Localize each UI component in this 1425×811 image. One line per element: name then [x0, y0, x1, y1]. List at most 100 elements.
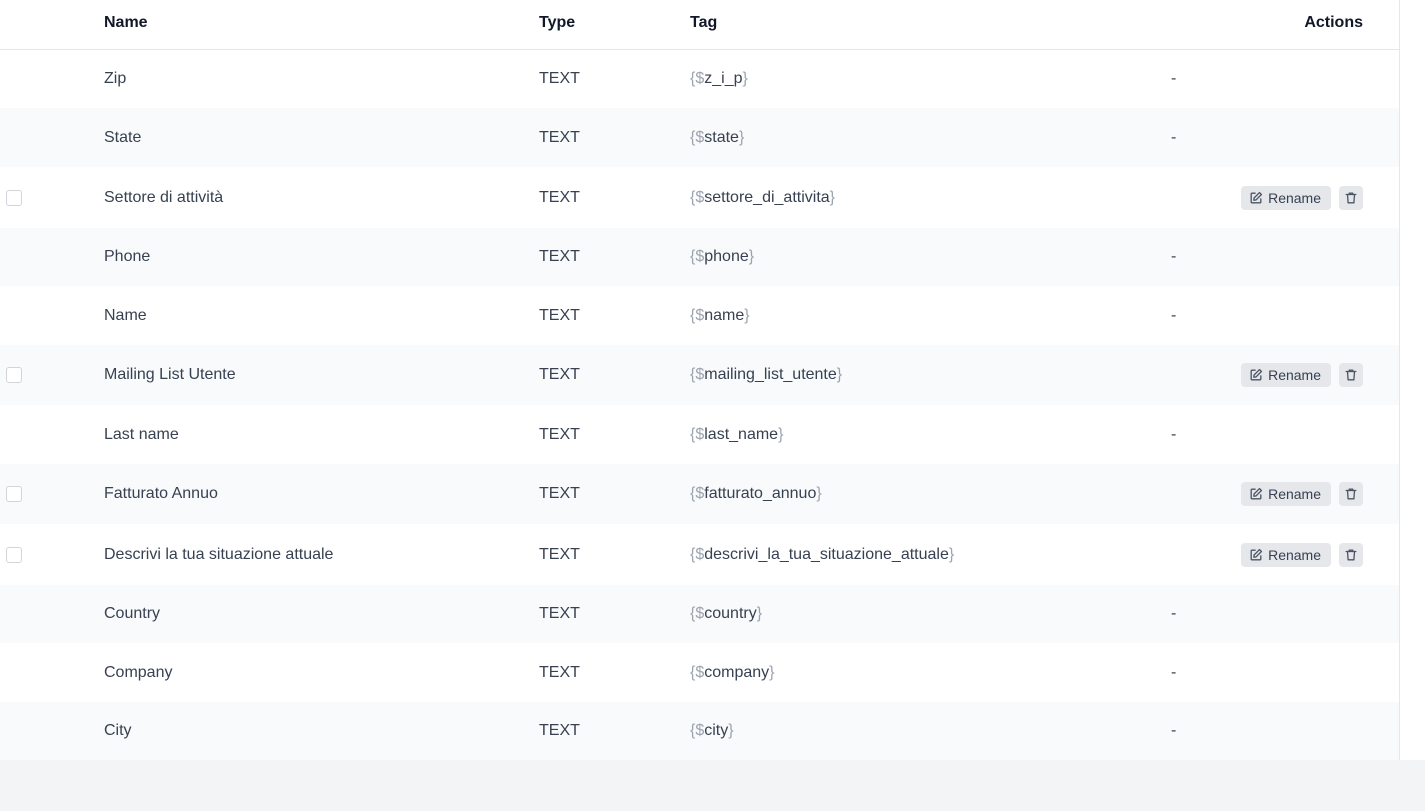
field-name: Zip — [104, 70, 127, 87]
field-name: Company — [104, 663, 173, 681]
table-row: Descrivi la tua situazione attuale TEXT {$… — [0, 524, 1399, 585]
row-actions: Rename — [1241, 542, 1363, 567]
tag-key: mailing_list_utente — [704, 366, 837, 383]
tag-close: } — [816, 485, 822, 502]
tag-close: } — [756, 605, 763, 622]
tag-close: } — [769, 663, 775, 681]
edit-icon — [1249, 368, 1263, 382]
tag-close: } — [744, 306, 750, 324]
tag-key: state — [704, 128, 739, 146]
tag-key: country — [704, 605, 757, 622]
delete-button[interactable] — [1339, 363, 1363, 387]
no-actions-placeholder: - — [1171, 306, 1177, 324]
row-actions: Rename — [1241, 482, 1363, 506]
field-type: TEXT — [539, 366, 580, 383]
field-name: Name — [104, 306, 147, 324]
no-actions-placeholder: - — [1171, 70, 1177, 87]
rename-button[interactable]: Rename — [1241, 482, 1331, 506]
field-type: TEXT — [539, 248, 580, 265]
tag-close: } — [742, 70, 748, 87]
field-tag: {$mailing_list_utente} — [690, 366, 842, 384]
field-type: TEXT — [539, 663, 580, 681]
rename-label: Rename — [1268, 546, 1321, 563]
field-name: Phone — [104, 248, 151, 265]
edit-icon — [1249, 487, 1263, 501]
table-row: Zip TEXT {$z_i_p} - — [0, 50, 1399, 108]
field-name: City — [104, 722, 132, 739]
tag-open: {$ — [690, 306, 705, 324]
column-header-type: Type — [539, 14, 576, 31]
rename-button[interactable]: Rename — [1241, 185, 1331, 210]
tag-key: city — [704, 722, 729, 739]
field-type: TEXT — [539, 425, 580, 443]
field-name: Last name — [104, 425, 179, 443]
field-tag: {$state} — [690, 129, 744, 147]
delete-button[interactable] — [1339, 482, 1363, 506]
table-header: Name Type Tag Actions — [0, 0, 1399, 50]
no-actions-placeholder: - — [1171, 605, 1177, 622]
rename-label: Rename — [1268, 189, 1321, 206]
no-actions-placeholder: - — [1171, 425, 1177, 443]
row-select-checkbox[interactable] — [6, 189, 22, 206]
field-tag: {$z_i_p} — [690, 70, 748, 88]
scrollbar-track[interactable] — [1400, 0, 1425, 760]
table-row: Settore di attività TEXT {$settore_di_atti… — [0, 167, 1399, 228]
tag-open: {$ — [690, 722, 705, 739]
tag-close: } — [836, 366, 843, 383]
delete-button[interactable] — [1339, 185, 1363, 210]
field-name: Settore di attività — [104, 188, 224, 206]
rename-label: Rename — [1268, 367, 1321, 383]
tag-key: fatturato_annuo — [704, 485, 817, 502]
edit-icon — [1249, 548, 1263, 562]
delete-button[interactable] — [1339, 542, 1363, 567]
field-type: TEXT — [539, 70, 580, 87]
trash-icon — [1344, 368, 1358, 382]
table-row: Fatturato Annuo TEXT {$fatturato_annuo} Ren… — [0, 464, 1399, 524]
field-name: State — [104, 128, 142, 146]
field-name: Descrivi la tua situazione attuale — [104, 545, 334, 563]
field-tag: {$phone} — [690, 248, 754, 266]
rename-label: Rename — [1268, 486, 1321, 502]
custom-fields-table: Name Type Tag Actions Zip TEXT {$z_i_p} - St… — [0, 0, 1400, 760]
rename-button[interactable]: Rename — [1241, 542, 1331, 567]
tag-key: company — [704, 663, 770, 681]
table-row: Name TEXT {$name} - — [0, 286, 1399, 345]
tag-close: } — [748, 248, 755, 265]
tag-open: {$ — [690, 425, 705, 443]
row-actions: Rename — [1241, 363, 1363, 387]
row-select-checkbox[interactable] — [6, 367, 22, 383]
field-type: TEXT — [539, 306, 580, 324]
tag-key: descrivi_la_tua_situazione_attuale — [704, 545, 949, 563]
tag-open: {$ — [690, 366, 705, 383]
row-select-checkbox[interactable] — [6, 486, 22, 502]
table-row: Phone TEXT {$phone} - — [0, 228, 1399, 286]
field-name: Mailing List Utente — [104, 366, 236, 383]
field-type: TEXT — [539, 722, 580, 739]
tag-key: z_i_p — [704, 70, 743, 87]
field-tag: {$last_name} — [690, 426, 783, 444]
table-row: State TEXT {$state} - — [0, 108, 1399, 167]
column-header-actions: Actions — [1304, 14, 1363, 31]
row-actions: Rename — [1241, 185, 1363, 210]
tag-open: {$ — [690, 485, 705, 502]
tag-open: {$ — [690, 188, 705, 206]
table-row: Company TEXT {$company} - — [0, 643, 1399, 702]
field-tag: {$company} — [690, 664, 775, 682]
tag-open: {$ — [690, 70, 705, 87]
rename-button[interactable]: Rename — [1241, 363, 1331, 387]
table-row: Country TEXT {$country} - — [0, 585, 1399, 643]
tag-open: {$ — [690, 605, 705, 622]
field-tag: {$descrivi_la_tua_situazione_attuale} — [690, 546, 954, 564]
edit-icon — [1249, 191, 1263, 205]
field-tag: {$country} — [690, 605, 762, 623]
tag-close: } — [738, 128, 745, 146]
tag-key: last_name — [704, 425, 779, 443]
field-name: Country — [104, 605, 161, 622]
field-name: Fatturato Annuo — [104, 485, 218, 502]
no-actions-placeholder: - — [1171, 128, 1177, 146]
column-header-name: Name — [104, 14, 148, 31]
row-select-checkbox[interactable] — [6, 546, 22, 563]
tag-open: {$ — [690, 128, 705, 146]
tag-key: settore_di_attivita — [704, 188, 830, 206]
tag-close: } — [778, 425, 784, 443]
